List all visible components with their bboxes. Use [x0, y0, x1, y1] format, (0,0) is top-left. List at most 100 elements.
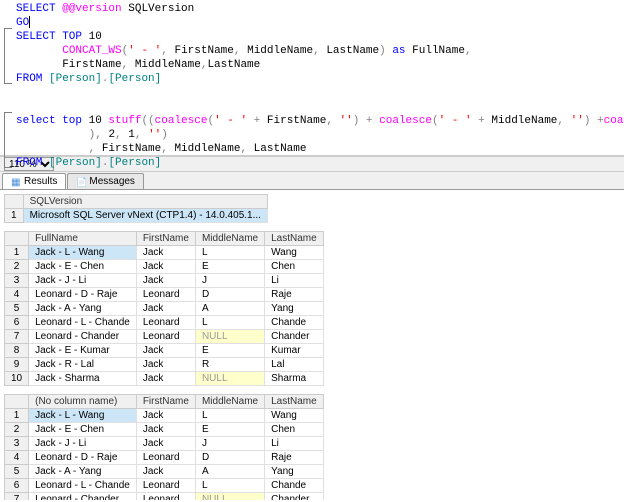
- editor-line[interactable]: ), 2, 1, ''): [16, 128, 624, 142]
- row-number[interactable]: 3: [5, 437, 29, 451]
- row-number[interactable]: 2: [5, 423, 29, 437]
- cell[interactable]: A: [195, 302, 264, 316]
- table-row[interactable]: 5Jack - A - YangJackAYang: [5, 302, 324, 316]
- cell[interactable]: Jack: [136, 437, 195, 451]
- cell[interactable]: Lal: [265, 358, 324, 372]
- cell[interactable]: R: [195, 358, 264, 372]
- table-row[interactable]: 9Jack - R - LalJackRLal: [5, 358, 324, 372]
- table-row[interactable]: 2Jack - E - ChenJackEChen: [5, 260, 324, 274]
- grid-corner[interactable]: [5, 395, 29, 409]
- cell[interactable]: Microsoft SQL Server vNext (CTP1.4) - 14…: [23, 209, 267, 223]
- cell[interactable]: Li: [265, 437, 324, 451]
- cell[interactable]: Jack: [136, 372, 195, 386]
- table-row[interactable]: 3Jack - J - LiJackJLi: [5, 437, 324, 451]
- result-grid-3[interactable]: (No column name)FirstNameMiddleNameLastN…: [4, 394, 324, 500]
- cell[interactable]: Leonard: [136, 316, 195, 330]
- cell[interactable]: D: [195, 288, 264, 302]
- table-row[interactable]: 7Leonard - ChanderLeonardNULLChander: [5, 493, 324, 501]
- cell[interactable]: Leonard: [136, 451, 195, 465]
- cell[interactable]: NULL: [195, 493, 264, 501]
- cell[interactable]: Yang: [265, 465, 324, 479]
- cell[interactable]: Leonard: [136, 493, 195, 501]
- tab-results[interactable]: Results: [2, 173, 66, 189]
- cell[interactable]: Wang: [265, 246, 324, 260]
- cell[interactable]: NULL: [195, 372, 264, 386]
- cell[interactable]: Jack - E - Kumar: [29, 344, 137, 358]
- column-header[interactable]: FirstName: [136, 395, 195, 409]
- grid-corner[interactable]: [5, 232, 29, 246]
- cell[interactable]: E: [195, 344, 264, 358]
- column-header[interactable]: (No column name): [29, 395, 137, 409]
- editor-line[interactable]: FirstName, MiddleName,LastName: [16, 58, 624, 72]
- cell[interactable]: Sharma: [265, 372, 324, 386]
- column-header[interactable]: LastName: [265, 395, 324, 409]
- sql-editor[interactable]: SELECT @@version SQLVersionGOSELECT TOP …: [0, 0, 624, 156]
- table-row[interactable]: 3Jack - J - LiJackJLi: [5, 274, 324, 288]
- cell[interactable]: L: [195, 479, 264, 493]
- result-grid-1[interactable]: SQLVersion1Microsoft SQL Server vNext (C…: [4, 194, 268, 223]
- cell[interactable]: Jack - A - Yang: [29, 302, 137, 316]
- cell[interactable]: A: [195, 465, 264, 479]
- editor-line[interactable]: select top 10 stuff((coalesce(' - ' + Fi…: [16, 114, 624, 128]
- cell[interactable]: NULL: [195, 330, 264, 344]
- table-row[interactable]: 8Jack - E - KumarJackEKumar: [5, 344, 324, 358]
- cell[interactable]: L: [195, 316, 264, 330]
- cell[interactable]: Li: [265, 274, 324, 288]
- row-number[interactable]: 9: [5, 358, 29, 372]
- collapse-brace[interactable]: [4, 28, 12, 84]
- column-header[interactable]: LastName: [265, 232, 324, 246]
- result-grid-2[interactable]: FullNameFirstNameMiddleNameLastName1Jack…: [4, 231, 324, 386]
- editor-line[interactable]: CONCAT_WS(' - ', FirstName, MiddleName, …: [16, 44, 624, 58]
- cell[interactable]: J: [195, 274, 264, 288]
- cell[interactable]: Leonard - D - Raje: [29, 451, 137, 465]
- table-row[interactable]: 6Leonard - L - ChandeLeonardLChande: [5, 479, 324, 493]
- column-header[interactable]: FirstName: [136, 232, 195, 246]
- cell[interactable]: D: [195, 451, 264, 465]
- editor-line[interactable]: , FirstName, MiddleName, LastName: [16, 142, 624, 156]
- row-number[interactable]: 6: [5, 316, 29, 330]
- cell[interactable]: Kumar: [265, 344, 324, 358]
- cell[interactable]: Leonard - Chander: [29, 330, 137, 344]
- cell[interactable]: Leonard - L - Chande: [29, 316, 137, 330]
- cell[interactable]: Jack: [136, 302, 195, 316]
- row-number[interactable]: 6: [5, 479, 29, 493]
- editor-line[interactable]: [16, 100, 624, 114]
- cell[interactable]: Chande: [265, 479, 324, 493]
- row-number[interactable]: 1: [5, 409, 29, 423]
- cell[interactable]: Jack: [136, 344, 195, 358]
- tab-messages[interactable]: Messages: [67, 173, 144, 189]
- collapse-brace[interactable]: [4, 112, 12, 168]
- cell[interactable]: E: [195, 423, 264, 437]
- editor-line[interactable]: [16, 86, 624, 100]
- column-header[interactable]: MiddleName: [195, 232, 264, 246]
- grid-corner[interactable]: [5, 195, 24, 209]
- cell[interactable]: E: [195, 260, 264, 274]
- cell[interactable]: Jack: [136, 246, 195, 260]
- cell[interactable]: Chen: [265, 260, 324, 274]
- table-row[interactable]: 4Leonard - D - RajeLeonardDRaje: [5, 451, 324, 465]
- row-number[interactable]: 7: [5, 330, 29, 344]
- cell[interactable]: Jack: [136, 260, 195, 274]
- table-row[interactable]: 7Leonard - ChanderLeonardNULLChander: [5, 330, 324, 344]
- table-row[interactable]: 6Leonard - L - ChandeLeonardLChande: [5, 316, 324, 330]
- cell[interactable]: Wang: [265, 409, 324, 423]
- cell[interactable]: Jack - Sharma: [29, 372, 137, 386]
- editor-line[interactable]: GO: [16, 16, 624, 30]
- cell[interactable]: Jack: [136, 423, 195, 437]
- editor-line[interactable]: SELECT @@version SQLVersion: [16, 2, 624, 16]
- cell[interactable]: Leonard - D - Raje: [29, 288, 137, 302]
- row-number[interactable]: 5: [5, 465, 29, 479]
- row-number[interactable]: 1: [5, 246, 29, 260]
- cell[interactable]: Chander: [265, 330, 324, 344]
- column-header[interactable]: MiddleName: [195, 395, 264, 409]
- cell[interactable]: Chen: [265, 423, 324, 437]
- row-number[interactable]: 5: [5, 302, 29, 316]
- editor-line[interactable]: FROM [Person].[Person]: [16, 156, 624, 170]
- table-row[interactable]: 4Leonard - D - RajeLeonardDRaje: [5, 288, 324, 302]
- cell[interactable]: Jack - J - Li: [29, 274, 137, 288]
- cell[interactable]: Jack: [136, 465, 195, 479]
- results-pane[interactable]: SQLVersion1Microsoft SQL Server vNext (C…: [0, 190, 624, 500]
- row-number[interactable]: 1: [5, 209, 24, 223]
- row-number[interactable]: 4: [5, 288, 29, 302]
- cell[interactable]: Jack: [136, 358, 195, 372]
